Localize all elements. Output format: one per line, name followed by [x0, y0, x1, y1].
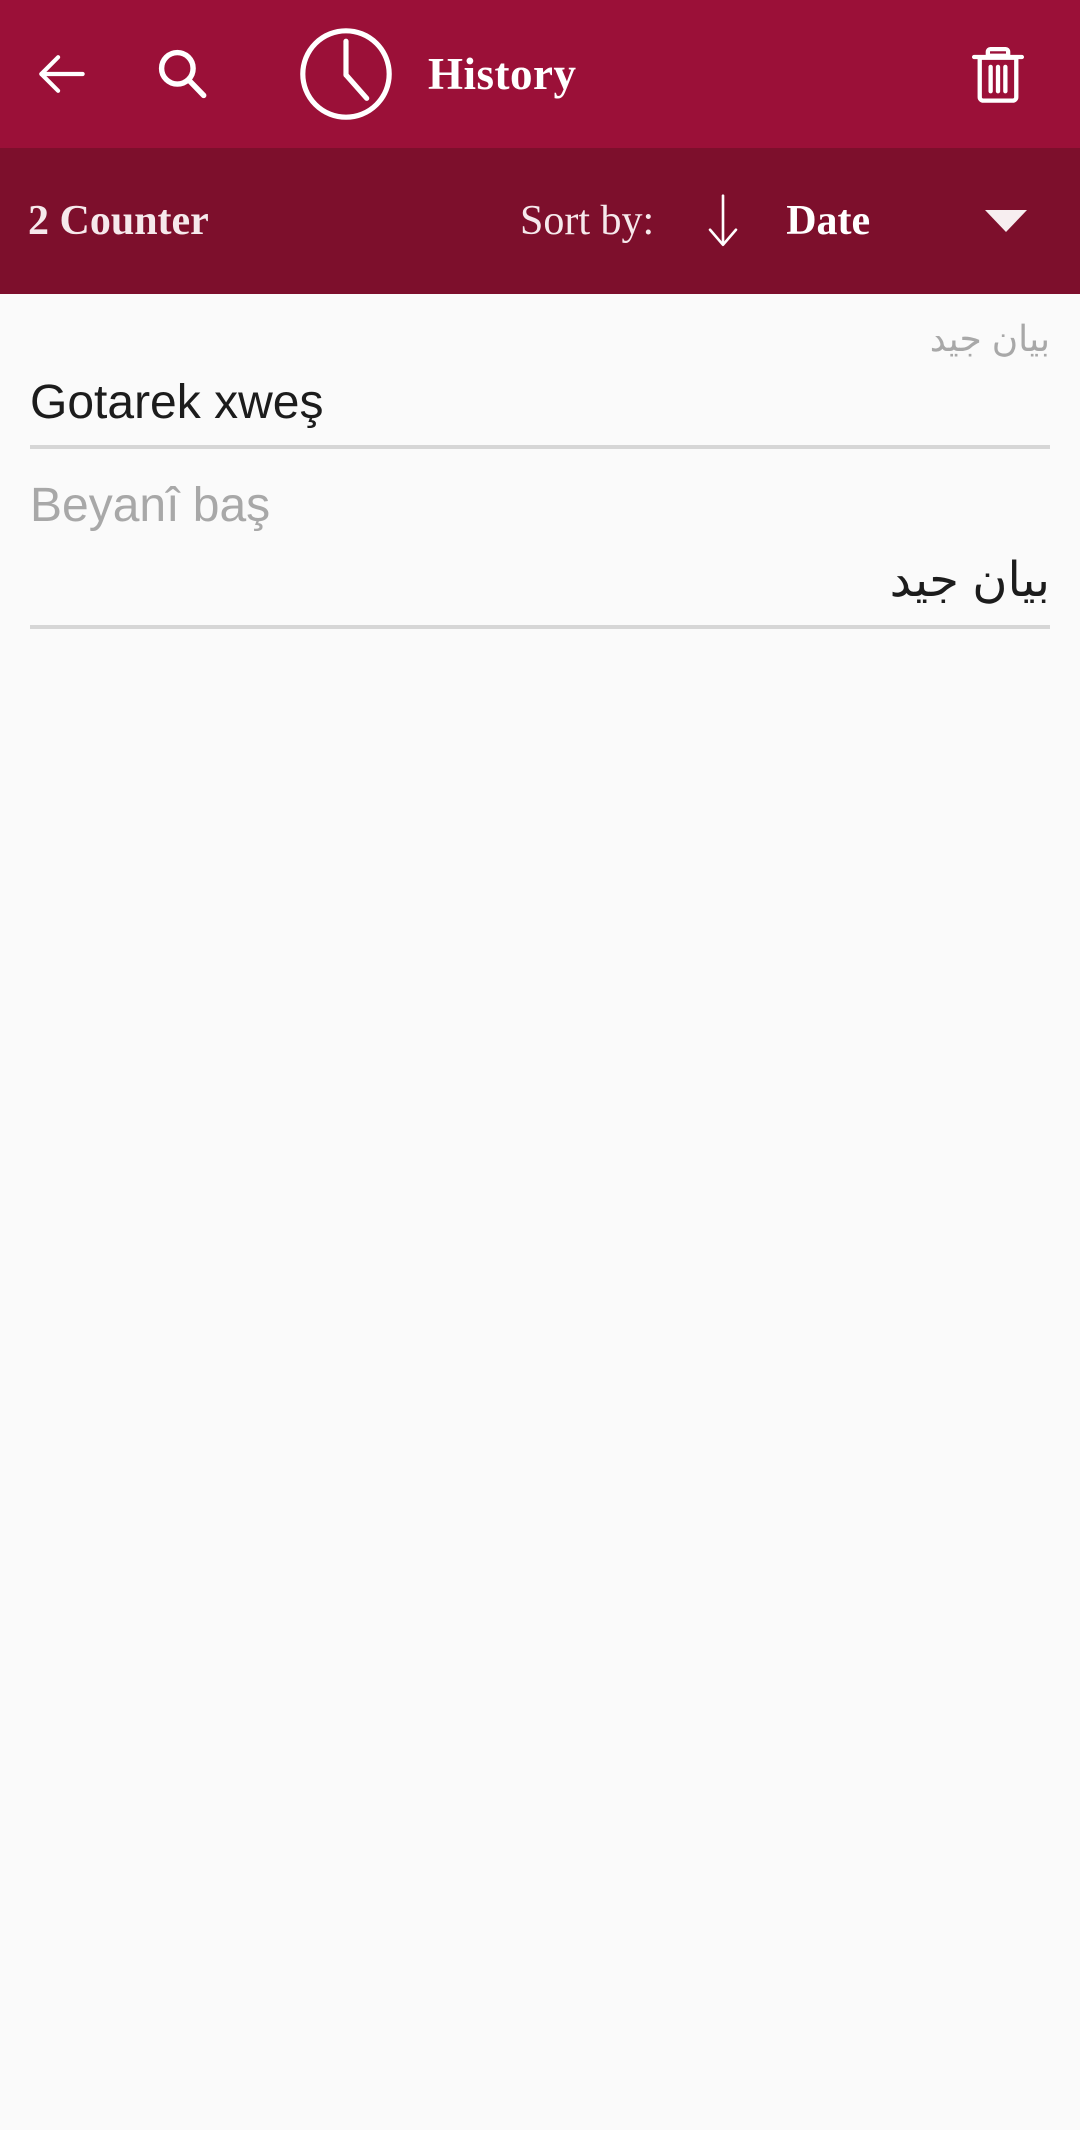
back-button[interactable]: [14, 26, 110, 122]
page-title: History: [428, 49, 577, 99]
entry-primary-text: بيان جيد: [889, 554, 1050, 608]
list-item[interactable]: Beyanî baş بيان جيد: [0, 449, 1080, 625]
list-item[interactable]: بيان جيد Gotarek xweş: [0, 294, 1080, 445]
sort-control[interactable]: Sort by: Date: [520, 189, 870, 253]
sort-value-label: Date: [786, 198, 871, 244]
sort-dropdown-button[interactable]: [980, 195, 1032, 247]
clock-icon: [300, 28, 392, 120]
history-list: بيان جيد Gotarek xweş Beyanî baş بيان جي…: [0, 294, 1080, 2130]
entry-primary-text: Gotarek xweş: [30, 375, 324, 429]
delete-history-button[interactable]: [950, 26, 1046, 122]
history-clock: [292, 20, 400, 128]
search-icon: [158, 49, 207, 99]
sort-by-label: Sort by:: [520, 198, 655, 244]
list-divider: [30, 625, 1050, 630]
sort-bar: 2 Counter Sort by: Date: [0, 148, 1080, 294]
app-bar-left-group: History: [0, 20, 576, 128]
sort-direction-button[interactable]: [702, 189, 744, 253]
counter-label: 2 Counter: [28, 198, 209, 244]
caret-down-icon: [985, 210, 1027, 232]
entry-secondary-text: Beyanî baş: [30, 478, 271, 532]
search-button[interactable]: [134, 26, 230, 122]
back-arrow-icon: [39, 55, 85, 93]
app-root: History 2 Counter Sort by: Date بيان جيد…: [0, 0, 1080, 2130]
app-bar: History: [0, 0, 1080, 148]
trash-icon: [971, 46, 1025, 103]
arrow-down-icon: [708, 194, 738, 247]
entry-secondary-text: بيان جيد: [929, 318, 1050, 359]
